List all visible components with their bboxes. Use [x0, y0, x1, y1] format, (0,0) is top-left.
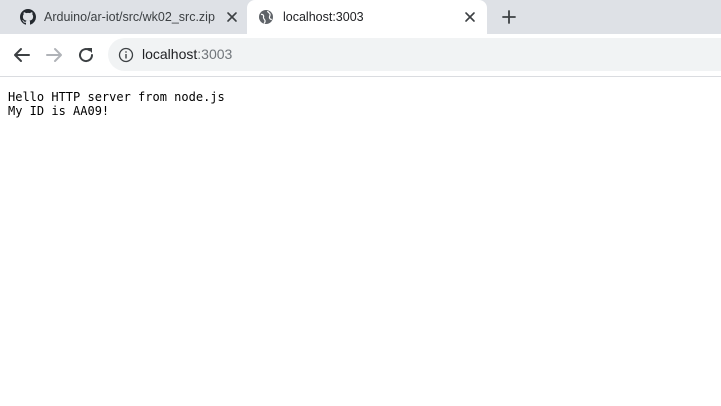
close-icon[interactable]: [462, 9, 478, 25]
url-port: :3003: [197, 46, 233, 62]
reload-icon[interactable]: [74, 43, 98, 67]
tab-localhost[interactable]: localhost:3003: [247, 0, 487, 34]
globe-icon: [259, 10, 273, 24]
text-line: My ID is AA09!: [8, 104, 110, 118]
page-content: Hello HTTP server from node.js My ID is A…: [0, 77, 721, 406]
back-arrow-icon[interactable]: [10, 43, 34, 67]
forward-arrow-icon[interactable]: [42, 43, 66, 67]
url-host: localhost: [142, 46, 198, 62]
page-text: Hello HTTP server from node.js My ID is A…: [8, 90, 225, 118]
url-text[interactable]: localhost:3003: [142, 46, 232, 63]
info-icon[interactable]: [118, 47, 134, 63]
tab-github[interactable]: Arduino/ar-iot/src/wk02_src.zip: [0, 0, 247, 34]
tab-title: localhost:3003: [283, 10, 364, 24]
toolbar: localhost:3003: [0, 34, 721, 77]
address-bar[interactable]: localhost:3003: [108, 38, 721, 71]
tab-title: Arduino/ar-iot/src/wk02_src.zip: [44, 10, 215, 24]
close-icon[interactable]: [224, 9, 240, 25]
text-line: Hello HTTP server from node.js: [8, 90, 225, 104]
github-icon: [20, 9, 36, 25]
new-tab-plus-icon[interactable]: [499, 7, 519, 27]
tab-strip: Arduino/ar-iot/src/wk02_src.zip localhos…: [0, 0, 721, 34]
